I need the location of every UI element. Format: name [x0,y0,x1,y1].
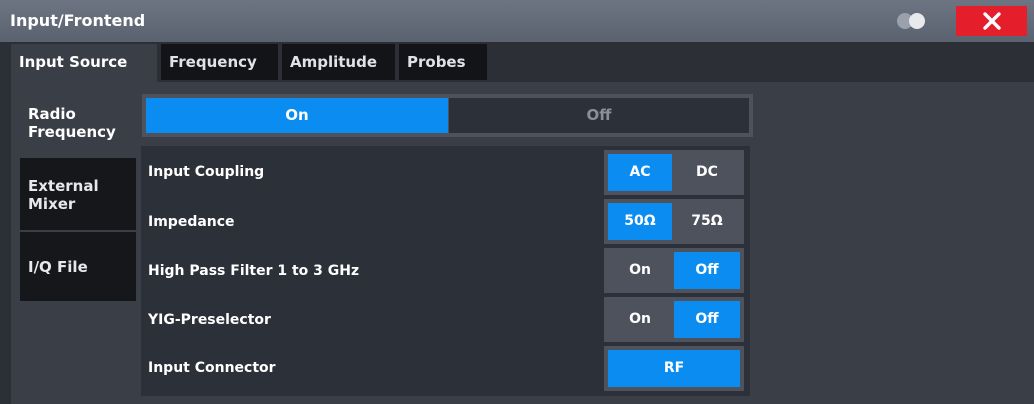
sidebar-item-iq-file[interactable]: I/Q File [20,232,136,301]
high-pass-off-button[interactable]: Off [674,252,740,289]
coupling-ac-button[interactable]: AC [608,154,672,191]
impedance-50-button[interactable]: 50Ω [608,203,672,240]
yig-preselector-selector: On Off [604,297,744,342]
tab-probes[interactable]: Probes [399,44,487,80]
tab-amplitude[interactable]: Amplitude [282,44,395,80]
input-coupling-label: Input Coupling [148,164,265,180]
coupling-dc-button[interactable]: DC [674,154,740,191]
sidebar-item-label: I/Q File [28,258,88,276]
connector-rf-button[interactable]: RF [608,350,740,387]
title-bar: Input/Frontend [0,0,1034,42]
sidebar-item-label: Frequency [28,123,116,141]
high-pass-on-button[interactable]: On [608,252,672,289]
high-pass-filter-selector: On Off [604,248,744,293]
input-connector-label: Input Connector [148,360,276,376]
close-button[interactable] [956,6,1027,36]
rf-on-button[interactable]: On [146,98,448,133]
tab-bar: Input Source Frequency Amplitude Probes [11,44,491,82]
tab-frequency[interactable]: Frequency [161,44,278,80]
impedance-label: Impedance [148,214,235,230]
input-coupling-selector: AC DC [604,150,744,195]
yig-preselector-label: YIG-Preselector [148,312,271,328]
radio-frequency-state-toggle: On Off [142,94,753,137]
yig-off-button[interactable]: Off [674,301,740,338]
sidebar-item-radio-frequency[interactable]: Radio Frequency [20,92,136,156]
high-pass-filter-label: High Pass Filter 1 to 3 GHz [148,263,360,279]
close-icon [982,12,1001,30]
input-connector-selector: RF [604,346,744,391]
sidebar-item-label: Mixer [28,195,76,213]
sidebar-item-external-mixer[interactable]: External Mixer [20,158,136,230]
impedance-selector: 50Ω 75Ω [604,199,744,244]
rf-off-button[interactable]: Off [449,98,749,133]
tab-input-source[interactable]: Input Source [11,44,157,82]
window-title: Input/Frontend [10,11,146,30]
impedance-75-button[interactable]: 75Ω [674,203,740,240]
display-toggle-icon[interactable] [897,13,931,29]
sidebar-item-label: External [28,177,99,195]
yig-on-button[interactable]: On [608,301,672,338]
sidebar-item-label: Radio [28,105,76,123]
